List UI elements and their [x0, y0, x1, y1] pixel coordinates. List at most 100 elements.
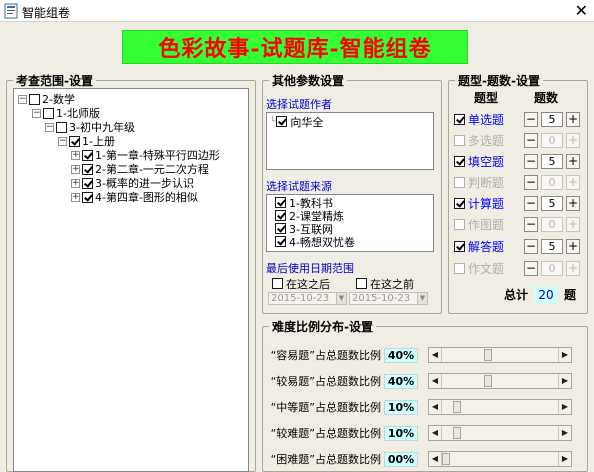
before-checkbox[interactable] [356, 278, 367, 289]
tree-node-ch1[interactable]: + 1-第一章-特殊平行四边形 [71, 148, 220, 162]
expand-icon[interactable]: + [71, 164, 80, 174]
qtype-checkbox[interactable] [454, 262, 465, 274]
expand-icon[interactable]: + [71, 178, 80, 188]
scope-tree[interactable]: − 2-数学 − 1-北师版 − 3-初中九年级 − 1-上册 + 1-第一章-… [13, 88, 249, 472]
before-option[interactable]: 在这之前 [356, 277, 414, 291]
slider-thumb[interactable] [442, 453, 450, 465]
qtype-row-calc: 计算题 − 5 + [454, 195, 584, 211]
qtype-count[interactable]: 5 [541, 195, 563, 211]
scroll-right-icon[interactable]: ▶ [558, 452, 571, 466]
increment-button[interactable]: + [566, 111, 580, 127]
source-checkbox[interactable] [275, 236, 286, 247]
qtype-count[interactable]: 5 [541, 153, 563, 169]
qtype-count[interactable]: 5 [541, 111, 563, 127]
collapse-icon[interactable]: − [32, 108, 41, 118]
qtype-checkbox[interactable] [454, 113, 465, 125]
increment-button[interactable]: + [566, 132, 580, 148]
qtype-checkbox[interactable] [454, 134, 465, 146]
scroll-right-icon[interactable]: ▶ [558, 400, 571, 414]
source-checkbox[interactable] [275, 197, 286, 208]
collapse-icon[interactable]: − [18, 94, 27, 104]
source-list[interactable]: 1-教科书 2-课堂精炼 3-互联网 4-畅想双忧卷 [266, 194, 434, 252]
difficulty-slider[interactable]: ◀ ▶ [428, 347, 572, 363]
increment-button[interactable]: + [566, 216, 580, 232]
decrement-button[interactable]: − [524, 260, 538, 276]
slider-thumb[interactable] [453, 401, 461, 413]
chevron-down-icon[interactable]: ▼ [336, 293, 346, 304]
source-checkbox[interactable] [275, 223, 286, 234]
qtype-row-answer: 解答题 − 5 + [454, 238, 584, 254]
difficulty-slider[interactable]: ◀ ▶ [428, 451, 572, 467]
collapse-icon[interactable]: − [45, 122, 54, 132]
expand-icon[interactable]: + [71, 192, 80, 202]
qtype-checkbox[interactable] [454, 240, 465, 252]
after-label: 在这之后 [286, 277, 330, 291]
tree-checkbox[interactable] [29, 93, 40, 105]
scroll-right-icon[interactable]: ▶ [558, 348, 571, 362]
chevron-down-icon[interactable]: ▼ [417, 293, 427, 304]
decrement-button[interactable]: − [524, 216, 538, 232]
decrement-button[interactable]: − [524, 132, 538, 148]
scroll-left-icon[interactable]: ◀ [429, 452, 442, 466]
after-checkbox[interactable] [272, 278, 283, 289]
after-date-picker[interactable]: 2015-10-23 ▼ [268, 292, 347, 305]
qtype-count[interactable]: 0 [541, 174, 563, 190]
qtype-checkbox[interactable] [454, 176, 465, 188]
tree-checkbox[interactable] [56, 121, 67, 133]
tree-checkbox[interactable] [82, 177, 93, 189]
increment-button[interactable]: + [566, 238, 580, 254]
decrement-button[interactable]: − [524, 195, 538, 211]
author-item[interactable]: └ 向华全 [270, 115, 323, 129]
increment-button[interactable]: + [566, 174, 580, 190]
tree-checkbox[interactable] [69, 135, 80, 147]
scroll-right-icon[interactable]: ▶ [558, 426, 571, 440]
tree-node-grade9[interactable]: − 3-初中九年级 [45, 120, 135, 134]
increment-button[interactable]: + [566, 195, 580, 211]
tree-checkbox[interactable] [82, 191, 93, 203]
decrement-button[interactable]: − [524, 174, 538, 190]
scroll-right-icon[interactable]: ▶ [558, 374, 571, 388]
difficulty-slider[interactable]: ◀ ▶ [428, 373, 572, 389]
difficulty-slider[interactable]: ◀ ▶ [428, 425, 572, 441]
qtype-count[interactable]: 0 [541, 260, 563, 276]
scroll-left-icon[interactable]: ◀ [429, 400, 442, 414]
close-icon[interactable]: ✕ [575, 1, 588, 20]
after-option[interactable]: 在这之后 [272, 277, 330, 291]
tree-node-bsd[interactable]: − 1-北师版 [32, 106, 100, 120]
tree-checkbox[interactable] [82, 149, 93, 161]
scroll-left-icon[interactable]: ◀ [429, 426, 442, 440]
qtype-checkbox[interactable] [454, 218, 465, 230]
source-checkbox[interactable] [275, 210, 286, 221]
slider-thumb[interactable] [484, 349, 492, 361]
tree-node-math[interactable]: − 2-数学 [18, 92, 75, 106]
difficulty-label: “中等题”占总题数比例 [270, 401, 381, 414]
collapse-icon[interactable]: − [58, 136, 67, 146]
increment-button[interactable]: + [566, 153, 580, 169]
decrement-button[interactable]: − [524, 238, 538, 254]
tree-checkbox[interactable] [82, 163, 93, 175]
tree-node-ch2[interactable]: + 2-第二章-一元二次方程 [71, 162, 209, 176]
increment-button[interactable]: + [566, 260, 580, 276]
tree-checkbox[interactable] [43, 107, 54, 119]
slider-thumb[interactable] [453, 427, 461, 439]
scroll-left-icon[interactable]: ◀ [429, 348, 442, 362]
source-item[interactable]: 4-畅想双忧卷 [275, 235, 355, 249]
qtype-name: 作图题 [468, 217, 505, 232]
decrement-button[interactable]: − [524, 111, 538, 127]
qtype-count[interactable]: 0 [541, 216, 563, 232]
qtype-count[interactable]: 0 [541, 132, 563, 148]
tree-node-ch4[interactable]: + 4-第四章-图形的相似 [71, 190, 198, 204]
author-list[interactable]: └ 向华全 [266, 112, 434, 170]
qtype-checkbox[interactable] [454, 155, 465, 167]
tree-node-vol1[interactable]: − 1-上册 [58, 134, 115, 148]
expand-icon[interactable]: + [71, 150, 80, 160]
qtype-count[interactable]: 5 [541, 238, 563, 254]
scroll-left-icon[interactable]: ◀ [429, 374, 442, 388]
difficulty-slider[interactable]: ◀ ▶ [428, 399, 572, 415]
decrement-button[interactable]: − [524, 153, 538, 169]
slider-thumb[interactable] [484, 375, 492, 387]
tree-node-ch3[interactable]: + 3-概率的进一步认识 [71, 176, 194, 190]
qtype-checkbox[interactable] [454, 197, 465, 209]
before-date-picker[interactable]: 2015-10-23 ▼ [349, 292, 428, 305]
author-checkbox[interactable] [276, 116, 288, 127]
